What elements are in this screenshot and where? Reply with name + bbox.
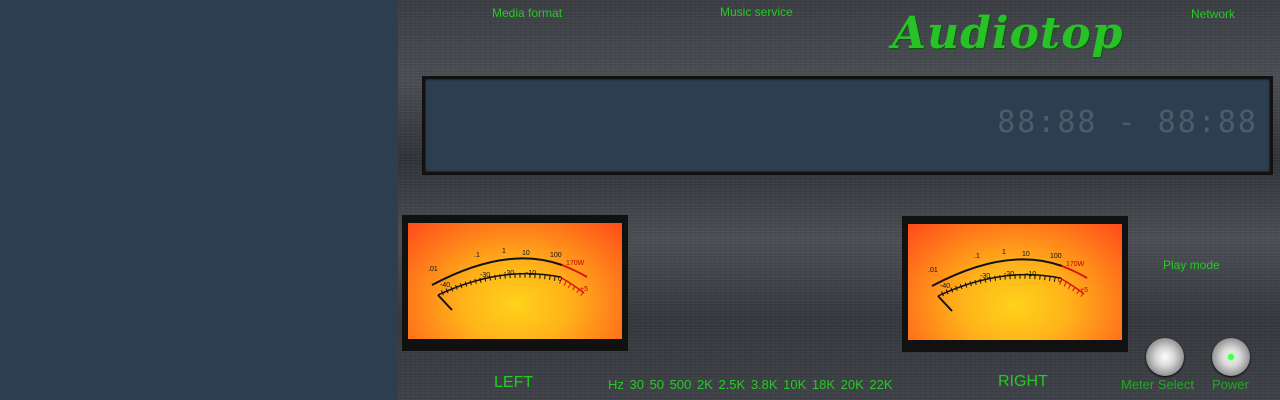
power-knob[interactable] xyxy=(1212,338,1250,376)
scale-label: 10 xyxy=(522,250,530,257)
scale-label: 1 xyxy=(1002,249,1006,256)
meter-needle-base xyxy=(437,294,453,311)
db-label: -40 xyxy=(940,283,950,290)
frequency-scale: Hz 30 50 500 2K 2.5K 3.8K 10K 18K 20K 22… xyxy=(608,377,893,392)
scale-label: .01 xyxy=(928,267,938,274)
left-channel-label: LEFT xyxy=(494,374,534,391)
db-label: -20 xyxy=(504,270,514,277)
meter-scale: .01 .1 1 10 100 170W -40 -30 -20 -10 0 +… xyxy=(928,249,1088,312)
scale-label: 100 xyxy=(550,252,562,259)
meter-scale: .01 .1 1 1 10 100 170W -40 -30 -20 -10 0… xyxy=(428,248,588,311)
scale-label: 170W xyxy=(566,260,585,267)
brand-logo: Audiotop xyxy=(892,8,1124,59)
db-label: -40 xyxy=(440,282,450,289)
scale-label: .1 xyxy=(974,253,980,260)
music-service-button[interactable]: Music service xyxy=(720,5,793,19)
left-vu-meter: .01 .1 1 1 10 100 170W -40 -30 -20 -10 0… xyxy=(402,215,628,351)
main-display: 88:88 - 88:88 xyxy=(422,76,1273,175)
db-label: 0 xyxy=(558,276,562,283)
db-label: -10 xyxy=(526,270,536,277)
meter-select-knob[interactable] xyxy=(1146,338,1184,376)
db-label: -30 xyxy=(480,272,490,279)
right-vu-meter: .01 .1 1 10 100 170W -40 -30 -20 -10 0 +… xyxy=(902,216,1128,352)
scale-label: .1 xyxy=(474,252,480,259)
db-label: -20 xyxy=(1004,271,1014,278)
db-label: +5 xyxy=(1080,287,1088,294)
meter-select-label: Meter Select xyxy=(1121,377,1194,392)
play-mode-button[interactable]: Play mode xyxy=(1163,258,1220,272)
network-button[interactable]: Network xyxy=(1191,7,1235,21)
db-label: -30 xyxy=(980,273,990,280)
scale-label: 1 xyxy=(502,248,506,255)
db-label: +5 xyxy=(580,286,588,293)
time-readout: 88:88 - 88:88 xyxy=(997,105,1258,140)
scale-label: .01 xyxy=(428,266,438,273)
meter-needle-base xyxy=(937,295,953,312)
scale-label: 170W xyxy=(1066,261,1085,268)
power-led-icon xyxy=(1228,354,1234,360)
db-label: 0 xyxy=(1058,277,1062,284)
scale-label: 100 xyxy=(1050,253,1062,260)
db-label: -10 xyxy=(1026,271,1036,278)
scale-label: 10 xyxy=(1022,251,1030,258)
power-label: Power xyxy=(1212,377,1249,392)
right-channel-label: RIGHT xyxy=(998,373,1048,390)
media-format-button[interactable]: Media format xyxy=(492,6,562,20)
blank-side-area xyxy=(0,0,398,400)
amplifier-panel: Media format Music service Network Audio… xyxy=(398,0,1280,400)
